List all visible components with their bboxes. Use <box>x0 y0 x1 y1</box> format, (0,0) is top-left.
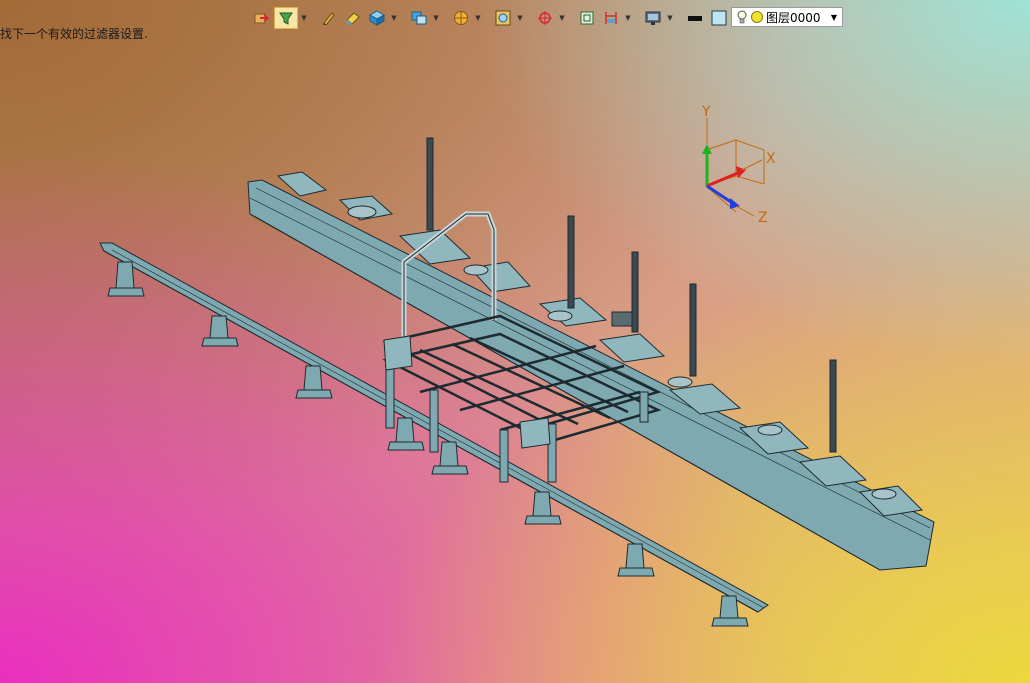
chevron-down-icon[interactable]: ▼ <box>666 7 674 29</box>
layer-name: 图层0000 <box>766 10 821 25</box>
rotate-origin-icon[interactable] <box>534 7 556 29</box>
vertical-post <box>567 215 575 309</box>
pencil-icon[interactable] <box>318 7 340 29</box>
view-orient-icon[interactable] <box>408 7 430 29</box>
layer-dropdown[interactable]: 图层0000 ▼ <box>731 7 843 27</box>
lightbulb-icon[interactable] <box>735 10 749 24</box>
cad-assembly-model[interactable] <box>0 0 1030 683</box>
chevron-down-icon[interactable]: ▼ <box>516 7 524 29</box>
line-color-icon[interactable] <box>684 7 706 29</box>
vertical-post <box>426 137 434 231</box>
chevron-down-icon[interactable]: ▼ <box>831 13 837 22</box>
eraser-icon[interactable] <box>342 7 364 29</box>
vertical-post <box>689 283 697 377</box>
status-message: 找下一个有效的过滤器设置. <box>0 27 148 41</box>
chevron-down-icon[interactable]: ▼ <box>300 7 308 29</box>
dimension-icon[interactable] <box>600 7 622 29</box>
cube-icon[interactable] <box>366 7 388 29</box>
x-axis-arrow <box>706 170 741 188</box>
exit-sketch-icon[interactable] <box>250 7 272 29</box>
display-monitor-icon[interactable] <box>642 7 664 29</box>
z-axis-arrow <box>706 184 735 206</box>
vertical-post <box>829 359 837 453</box>
z-axis-label: Z <box>758 210 768 226</box>
select-filter-icon[interactable] <box>274 7 298 29</box>
chevron-down-icon[interactable]: ▼ <box>390 7 398 29</box>
vertical-post <box>631 251 639 333</box>
chevron-down-icon[interactable]: ▼ <box>432 7 440 29</box>
zoom-fit-icon[interactable] <box>492 7 514 29</box>
chevron-down-icon[interactable]: ▼ <box>558 7 566 29</box>
render-sphere-icon[interactable] <box>450 7 472 29</box>
toolbar: ▼ ▼ ▼ ▼ ▼ ▼ ▼ ▼ <box>250 6 764 30</box>
x-axis-label: X <box>766 151 776 167</box>
y-axis-label: Y <box>701 104 711 120</box>
coordinate-triad: Y X Z <box>701 104 776 226</box>
fill-color-icon[interactable] <box>708 7 730 29</box>
chevron-down-icon[interactable]: ▼ <box>474 7 482 29</box>
layer-visible-icon[interactable] <box>751 11 763 23</box>
chevron-down-icon[interactable]: ▼ <box>624 7 632 29</box>
sheet-icon[interactable] <box>576 7 598 29</box>
graphics-viewport[interactable]: 找下一个有效的过滤器设置. ▼ ▼ ▼ ▼ ▼ ▼ ▼ ▼ 图层0000 ▼ Y… <box>0 0 1030 683</box>
